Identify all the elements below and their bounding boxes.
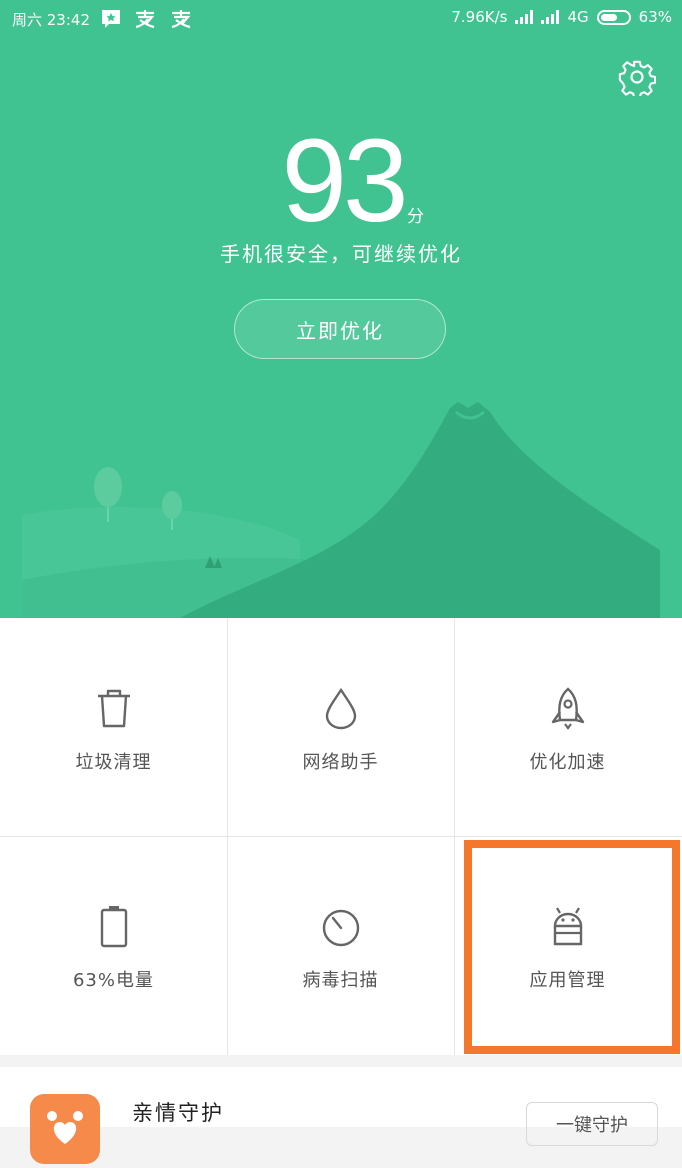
card-title: 亲情守护	[132, 1101, 224, 1125]
tool-optimize-speed[interactable]: 优化加速	[454, 618, 681, 836]
network-type: 4G	[567, 8, 589, 26]
score-unit: 分	[407, 207, 424, 227]
tool-label: 优化加速	[529, 752, 606, 773]
tool-virus-scan[interactable]: 病毒扫描	[227, 836, 454, 1054]
tool-label: 垃圾清理	[75, 752, 152, 773]
family-guard-icon	[30, 1094, 100, 1164]
status-bar: 周六 23:42 7.96K/s 4G 63%	[0, 0, 682, 36]
status-bar-left: 周六 23:42	[12, 8, 194, 30]
network-speed: 7.96K/s	[451, 8, 508, 26]
battery-icon	[596, 9, 631, 25]
security-score: 93	[281, 115, 408, 247]
family-guard-card[interactable]: 亲情守护 一键守护	[0, 1067, 682, 1164]
status-time: 周六 23:42	[12, 10, 90, 29]
alipay-icon	[135, 10, 155, 29]
tool-label: 病毒扫描	[302, 970, 379, 991]
guard-button[interactable]: 一键守护	[526, 1102, 658, 1146]
tool-label: 应用管理	[529, 970, 606, 991]
tool-label: 网络助手	[302, 752, 379, 773]
signal-icon	[515, 10, 534, 24]
tool-label: 63%电量	[72, 970, 154, 991]
scan-dial-icon	[322, 909, 359, 947]
gear-icon[interactable]	[618, 58, 656, 96]
trash-icon	[97, 689, 130, 728]
score-display: 93 分	[0, 122, 682, 242]
droplet-icon	[325, 687, 356, 730]
android-icon	[553, 907, 582, 946]
tool-app-management[interactable]: 应用管理	[454, 836, 681, 1054]
battery-percent: 63%	[638, 8, 672, 26]
tools-grid: 垃圾清理 网络助手 优化加速 63%电量 病毒扫描 应用管理	[0, 618, 682, 1055]
security-status-text: 手机很安全，可继续优化	[220, 242, 462, 266]
status-bar-right: 7.96K/s 4G 63%	[451, 8, 672, 26]
tool-battery[interactable]: 63%电量	[0, 836, 227, 1054]
tool-network-assistant[interactable]: 网络助手	[227, 618, 454, 836]
security-hero: 周六 23:42 7.96K/s 4G 63% 93 分 手机很安全，可继续优化…	[0, 0, 682, 618]
tool-trash-cleanup[interactable]: 垃圾清理	[0, 618, 227, 836]
optimize-button[interactable]: 立即优化	[234, 299, 446, 359]
app-notification-icon	[102, 10, 120, 28]
landscape-illustration	[22, 402, 660, 618]
signal-icon	[541, 10, 560, 24]
heart-icon	[47, 1111, 83, 1144]
alipay-icon	[171, 10, 191, 29]
battery-icon	[100, 906, 127, 948]
rocket-icon	[551, 687, 584, 730]
